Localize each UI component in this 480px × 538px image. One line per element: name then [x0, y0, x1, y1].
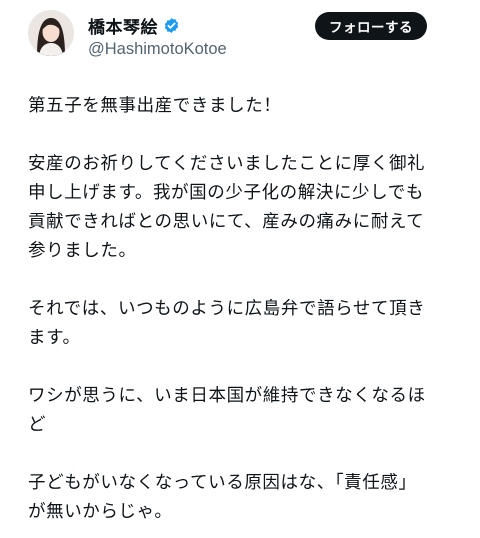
- tweet-line: ど: [28, 415, 47, 435]
- tweet-line: 第五子を無事出産できました！: [28, 96, 282, 116]
- tweet-text: 第五子を無事出産できました！ 安産のお祈りしてくださいましたことに厚く御礼 申し…: [28, 92, 476, 538]
- tweet-paragraph: 安産のお祈りしてくださいましたことに厚く御礼 申し上げます。我が国の少子化の解決…: [28, 150, 476, 266]
- tweet-line: 貢献できればとの思いにて、産みの痛みに耐えて: [28, 212, 425, 232]
- tweet-line: ます。: [28, 328, 81, 348]
- display-name[interactable]: 橋本琴絵: [88, 13, 180, 38]
- follow-button[interactable]: フォローする: [315, 12, 427, 40]
- verified-badge-icon: [163, 17, 180, 34]
- tweet-header: 橋本琴絵 @HashimotoKotoe フォローする: [0, 0, 480, 80]
- tweet-paragraph: 第五子を無事出産できました！: [28, 92, 476, 121]
- tweet-line: 申し上げます。我が国の少子化の解決に少しでも: [28, 183, 424, 203]
- avatar-image: [28, 10, 74, 56]
- display-name-text: 橋本琴絵: [88, 18, 158, 38]
- tweet-line: 安産のお祈りしてくださいましたことに厚く御礼: [28, 154, 426, 174]
- tweet-page: 橋本琴絵 @HashimotoKotoe フォローする 第五子を無事出産できまし…: [0, 0, 480, 538]
- tweet-line: 子どもがいなくなっている原因はな、「責任感」: [28, 473, 417, 493]
- tweet-line: 参りました。: [28, 241, 137, 261]
- avatar[interactable]: [28, 10, 74, 56]
- tweet-paragraph: ワシが思うに、いま日本国が維持できなくなるほ ど: [28, 382, 476, 440]
- tweet-line: それでは、いつものように広島弁で語らせて頂き: [28, 299, 426, 319]
- tweet-paragraph: それでは、いつものように広島弁で語らせて頂き ます。: [28, 295, 476, 353]
- tweet-paragraph: 子どもがいなくなっている原因はな、「責任感」 が無いからじゃ。: [28, 469, 476, 527]
- user-handle[interactable]: @HashimotoKotoe: [88, 40, 227, 59]
- tweet-line: が無いからじゃ。: [28, 502, 173, 522]
- tweet-line: ワシが思うに、いま日本国が維持できなくなるほ: [28, 386, 426, 406]
